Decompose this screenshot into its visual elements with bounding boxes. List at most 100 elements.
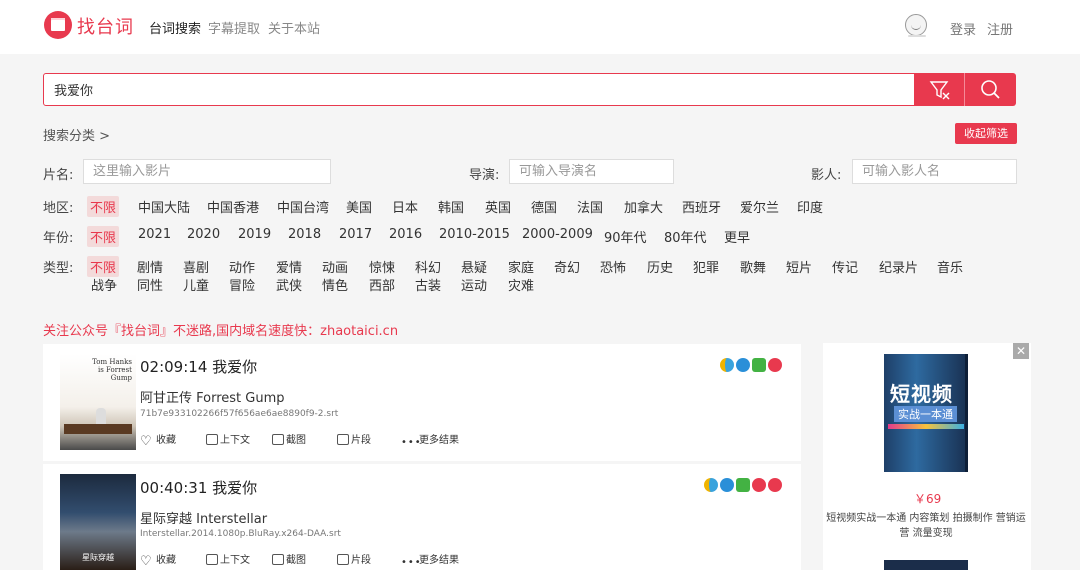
year-option[interactable]: 90年代: [604, 227, 647, 246]
region-option[interactable]: 中国香港: [207, 197, 259, 216]
genre-option[interactable]: 武侠: [276, 275, 302, 294]
genre-option[interactable]: 爱情: [276, 257, 302, 276]
platform-icon[interactable]: [720, 478, 734, 492]
genre-option[interactable]: 冒险: [229, 275, 255, 294]
result-timestamp[interactable]: 00:40:31 我爱你: [140, 477, 257, 498]
region-option[interactable]: 法国: [577, 197, 603, 216]
movie-poster[interactable]: 星际穿越: [60, 474, 136, 570]
region-option[interactable]: 德国: [531, 197, 557, 216]
context-button[interactable]: 上下文: [206, 551, 250, 566]
year-option[interactable]: 2017: [339, 227, 372, 242]
iqiyi-icon[interactable]: [736, 478, 750, 492]
genre-option[interactable]: 不限: [87, 256, 120, 277]
platform-icon[interactable]: [752, 478, 766, 492]
ad-book-cover-2[interactable]: [884, 560, 968, 570]
nav-about[interactable]: 关于本站: [268, 18, 320, 37]
genre-option[interactable]: 情色: [322, 275, 348, 294]
more-results-button[interactable]: •••更多结果: [401, 431, 459, 448]
year-option[interactable]: 2018: [288, 227, 321, 242]
genre-option[interactable]: 同性: [137, 275, 163, 294]
context-button[interactable]: 上下文: [206, 431, 250, 446]
search-category-label[interactable]: 搜索分类 >: [43, 125, 110, 144]
favorite-button[interactable]: ♡ 收藏: [140, 551, 176, 568]
region-option[interactable]: 西班牙: [682, 197, 721, 216]
region-option[interactable]: 中国台湾: [277, 197, 329, 216]
genre-option[interactable]: 奇幻: [554, 257, 580, 276]
result-timestamp[interactable]: 02:09:14 我爱你: [140, 356, 257, 377]
more-results-button[interactable]: •••更多结果: [401, 551, 459, 568]
movie-title[interactable]: 阿甘正传 Forrest Gump: [140, 387, 285, 406]
region-option[interactable]: 加拿大: [624, 197, 663, 216]
year-option[interactable]: 不限: [87, 226, 120, 247]
logo-icon[interactable]: [44, 11, 72, 39]
genre-option[interactable]: 历史: [647, 257, 673, 276]
genre-option[interactable]: 科幻: [415, 257, 441, 276]
movie-poster[interactable]: Tom Hanks is Forrest Gump: [60, 354, 136, 450]
iqiyi-icon[interactable]: [752, 358, 766, 372]
region-option[interactable]: 印度: [797, 197, 823, 216]
filter-button[interactable]: [914, 73, 965, 106]
genre-option[interactable]: 纪录片: [879, 257, 918, 276]
region-option[interactable]: 美国: [346, 197, 372, 216]
region-option[interactable]: 英国: [485, 197, 511, 216]
genre-option[interactable]: 西部: [369, 275, 395, 294]
genre-option[interactable]: 惊悚: [369, 257, 395, 276]
genre-option[interactable]: 家庭: [508, 257, 534, 276]
ad-book-cover[interactable]: 短视频 实战一本通: [884, 354, 968, 472]
genre-option[interactable]: 灾难: [508, 275, 534, 294]
logo-text[interactable]: 找台词: [77, 13, 134, 39]
notice-banner[interactable]: 关注公众号『找台词』不迷路,国内域名速度快：zhaotaici.cn: [43, 320, 398, 339]
search-input[interactable]: [43, 73, 915, 106]
actor-input[interactable]: [852, 159, 1017, 184]
year-option[interactable]: 2000-2009: [522, 227, 593, 242]
director-input[interactable]: [509, 159, 674, 184]
genre-option[interactable]: 喜剧: [183, 257, 209, 276]
genre-option[interactable]: 动作: [229, 257, 255, 276]
region-option[interactable]: 日本: [392, 197, 418, 216]
region-option[interactable]: 中国大陆: [138, 197, 190, 216]
collapse-filter-button[interactable]: 收起筛选: [955, 123, 1017, 144]
year-option[interactable]: 2016: [389, 227, 422, 242]
search-button[interactable]: [965, 73, 1016, 106]
screenshot-button[interactable]: 截图: [272, 431, 306, 446]
genre-option[interactable]: 动画: [322, 257, 348, 276]
genre-option[interactable]: 音乐: [937, 257, 963, 276]
platform-icon[interactable]: [704, 478, 718, 492]
genre-option[interactable]: 恐怖: [600, 257, 626, 276]
region-option[interactable]: 不限: [87, 196, 120, 217]
year-option[interactable]: 2020: [187, 227, 220, 242]
ad-description[interactable]: 短视频实战一本通 内容策划 拍摄制作 营销运营 流量变现: [826, 511, 1026, 541]
genre-option[interactable]: 运动: [461, 275, 487, 294]
year-option[interactable]: 更早: [724, 227, 750, 246]
platform-icon[interactable]: [768, 358, 782, 372]
clip-button[interactable]: 片段: [337, 431, 371, 446]
result-card[interactable]: 星际穿越 00:40:31 我爱你 星际穿越 Interstellar Inte…: [43, 464, 801, 570]
genre-option[interactable]: 悬疑: [461, 257, 487, 276]
platform-icon[interactable]: [720, 358, 734, 372]
title-input[interactable]: [83, 159, 331, 184]
user-avatar-icon[interactable]: [905, 14, 927, 37]
movie-title[interactable]: 星际穿越 Interstellar: [140, 508, 267, 527]
login-link[interactable]: 登录: [950, 19, 976, 38]
genre-option[interactable]: 儿童: [183, 275, 209, 294]
genre-option[interactable]: 歌舞: [740, 257, 766, 276]
year-option[interactable]: 2010-2015: [439, 227, 510, 242]
region-option[interactable]: 爱尔兰: [740, 197, 779, 216]
region-option[interactable]: 韩国: [438, 197, 464, 216]
year-option[interactable]: 2021: [138, 227, 171, 242]
favorite-button[interactable]: ♡ 收藏: [140, 431, 176, 448]
result-card[interactable]: Tom Hanks is Forrest Gump 02:09:14 我爱你 阿…: [43, 344, 801, 461]
platform-icon[interactable]: [768, 478, 782, 492]
register-link[interactable]: 注册: [987, 19, 1013, 38]
platform-icon[interactable]: [736, 358, 750, 372]
screenshot-button[interactable]: 截图: [272, 551, 306, 566]
genre-option[interactable]: 传记: [832, 257, 858, 276]
clip-button[interactable]: 片段: [337, 551, 371, 566]
genre-option[interactable]: 古装: [415, 275, 441, 294]
genre-option[interactable]: 剧情: [137, 257, 163, 276]
ad-close-button[interactable]: ✕: [1013, 343, 1029, 359]
year-option[interactable]: 2019: [238, 227, 271, 242]
nav-subtitle-extract[interactable]: 字幕提取: [208, 18, 260, 37]
genre-option[interactable]: 短片: [786, 257, 812, 276]
year-option[interactable]: 80年代: [664, 227, 707, 246]
